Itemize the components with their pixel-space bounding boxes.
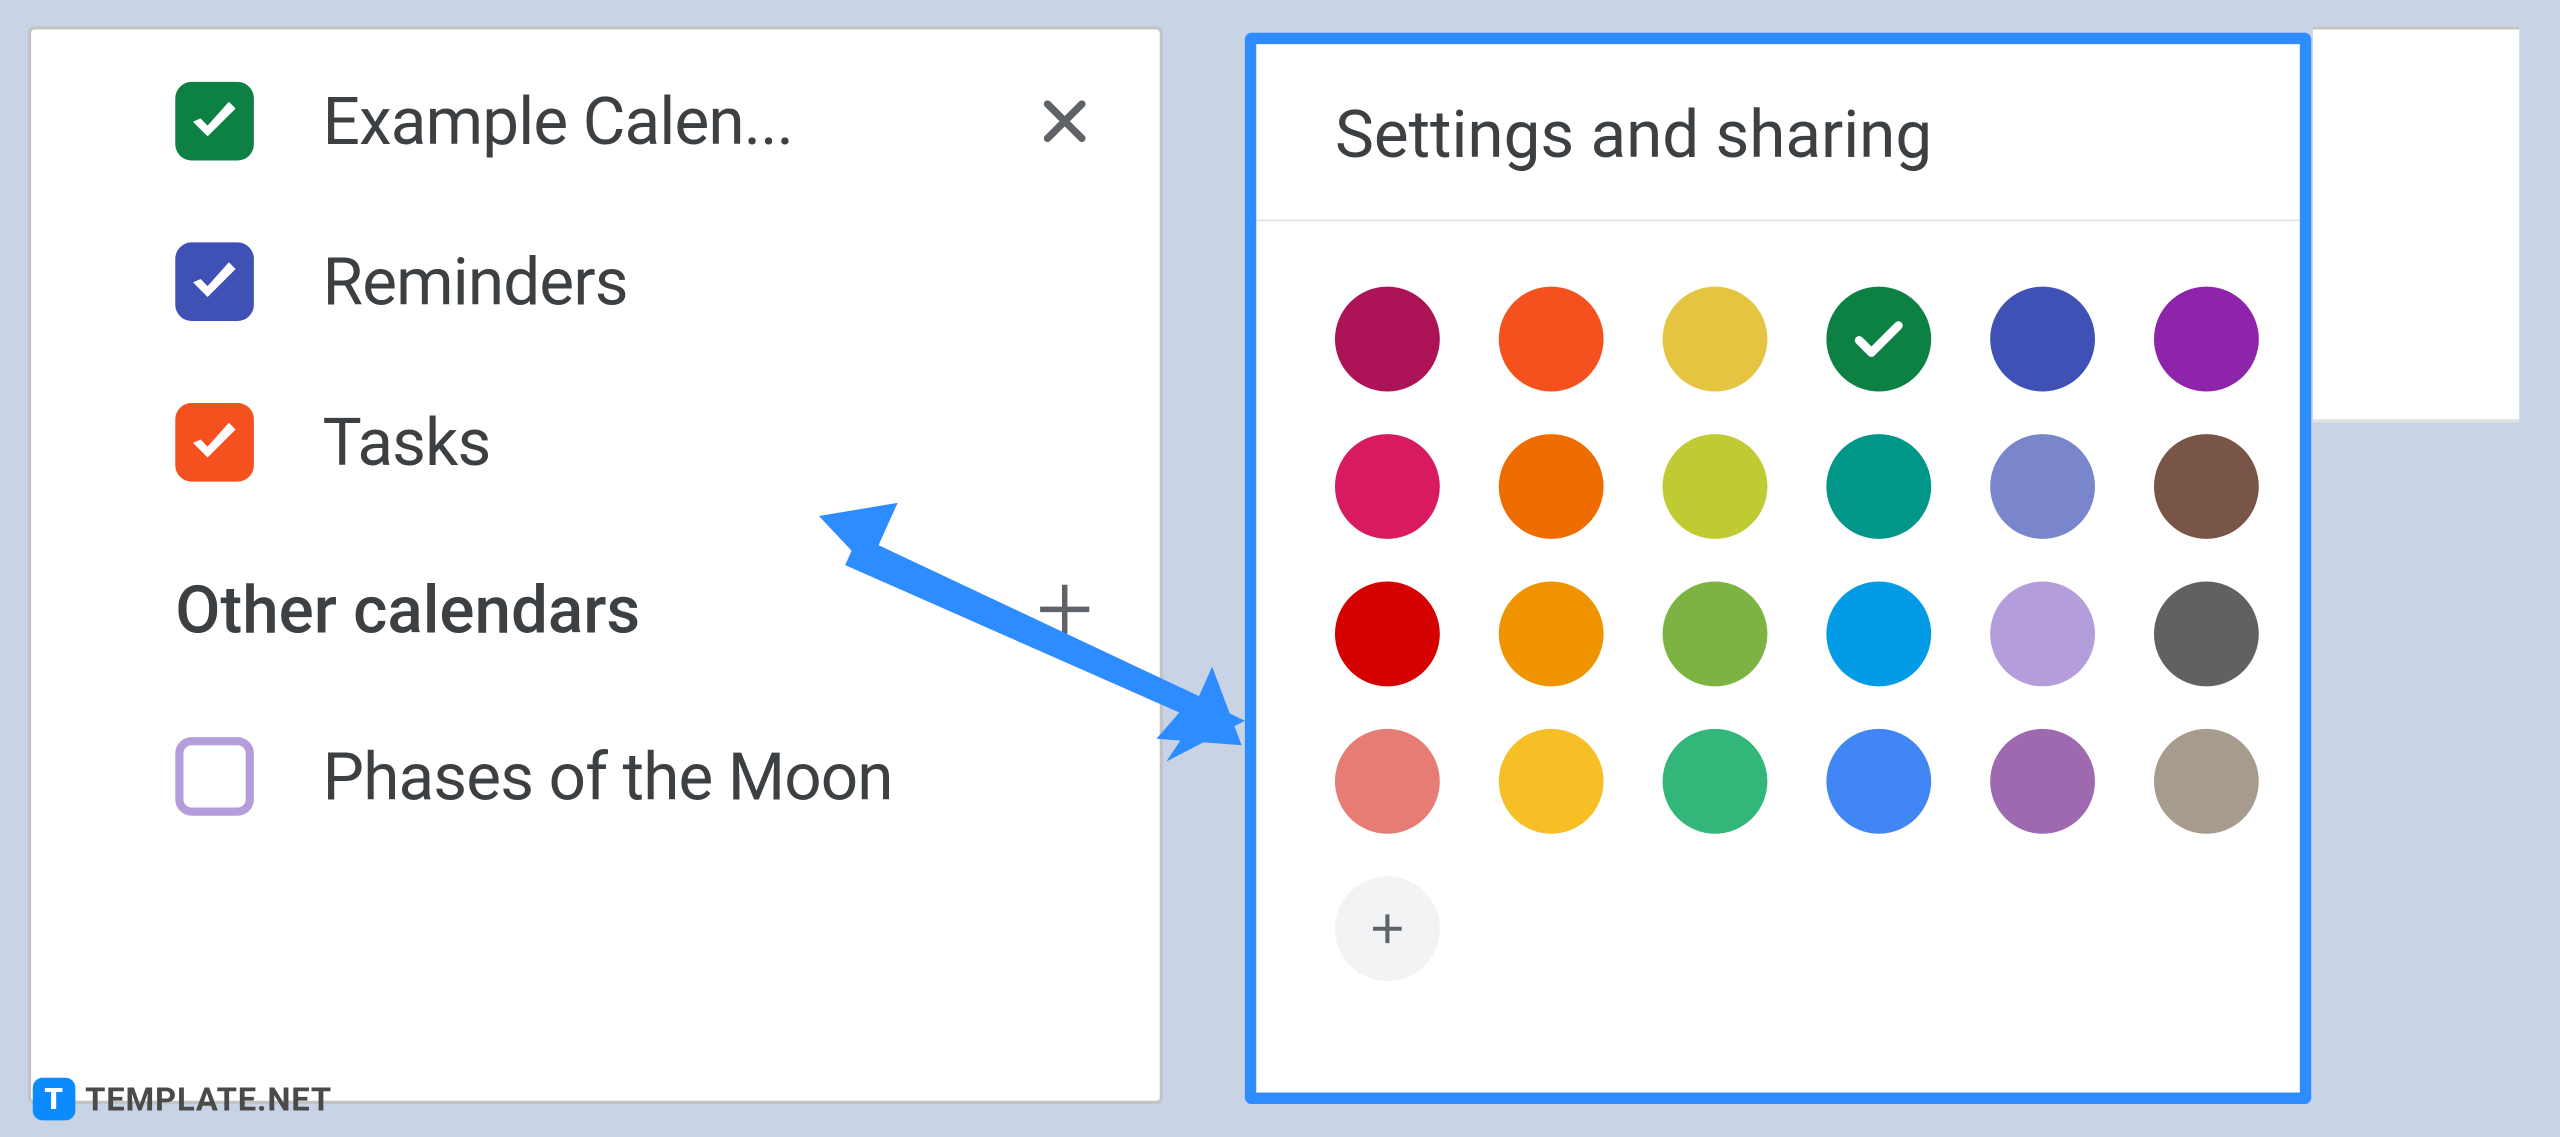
plus-icon xyxy=(1363,904,1412,953)
calendar-checkbox[interactable] xyxy=(175,403,254,482)
color-swatch[interactable] xyxy=(1499,581,1604,686)
color-swatch[interactable] xyxy=(2154,581,2259,686)
other-calendars-title: Other calendars xyxy=(175,571,1025,648)
color-swatch[interactable] xyxy=(1826,729,1931,834)
plus-icon xyxy=(1032,577,1098,643)
check-icon xyxy=(1849,310,1908,369)
color-swatch[interactable] xyxy=(2154,729,2259,834)
color-swatch[interactable] xyxy=(1990,581,2095,686)
calendar-label: Reminders xyxy=(323,243,1104,320)
color-swatch[interactable] xyxy=(1663,729,1768,834)
calendar-checkbox[interactable] xyxy=(175,242,254,321)
hide-calendar-button[interactable] xyxy=(1025,82,1104,161)
calendar-sidebar: Example Calen... Reminders Tasks Other cal… xyxy=(28,26,1163,1104)
calendar-label: Phases of the Moon xyxy=(323,738,1104,815)
color-swatch[interactable] xyxy=(1826,581,1931,686)
calendar-item[interactable]: Reminders xyxy=(175,236,1104,328)
other-calendars-section: Other calendars xyxy=(175,570,1104,649)
color-swatch[interactable] xyxy=(1335,287,1440,392)
color-swatch[interactable] xyxy=(1335,434,1440,539)
calendar-label: Tasks xyxy=(323,404,1104,481)
color-swatch[interactable] xyxy=(2154,287,2259,392)
color-swatch[interactable] xyxy=(1335,729,1440,834)
template-watermark: T TEMPLATE.NET xyxy=(33,1078,332,1121)
add-other-calendar-button[interactable] xyxy=(1025,570,1104,649)
background-stripe xyxy=(2313,26,2519,422)
color-swatch[interactable] xyxy=(2154,434,2259,539)
color-swatch[interactable] xyxy=(1990,729,2095,834)
calendar-item[interactable]: Tasks xyxy=(175,396,1104,488)
other-calendar-item[interactable]: Phases of the Moon xyxy=(175,731,1104,823)
color-swatch[interactable] xyxy=(1990,434,2095,539)
watermark-text: TEMPLATE.NET xyxy=(85,1079,332,1118)
color-swatch[interactable] xyxy=(1499,729,1604,834)
add-custom-color-button[interactable] xyxy=(1335,876,1440,981)
template-badge-icon: T xyxy=(33,1078,76,1121)
color-swatch[interactable] xyxy=(1499,434,1604,539)
calendar-item[interactable]: Example Calen... xyxy=(175,75,1104,167)
color-swatch[interactable] xyxy=(1335,581,1440,686)
calendar-options-popover: Settings and sharing xyxy=(1245,33,2311,1104)
color-swatch[interactable] xyxy=(1826,434,1931,539)
close-icon xyxy=(1035,92,1094,151)
color-swatch[interactable] xyxy=(1663,434,1768,539)
color-swatch[interactable] xyxy=(1663,287,1768,392)
color-swatch[interactable] xyxy=(1826,287,1931,392)
color-swatch[interactable] xyxy=(1663,581,1768,686)
color-swatch[interactable] xyxy=(1990,287,2095,392)
color-swatch[interactable] xyxy=(1499,287,1604,392)
calendar-checkbox[interactable] xyxy=(175,737,254,816)
settings-and-sharing-item[interactable]: Settings and sharing xyxy=(1256,44,2299,221)
calendar-checkbox[interactable] xyxy=(175,82,254,161)
calendar-label: Example Calen... xyxy=(323,83,1009,160)
color-picker-grid xyxy=(1256,221,2299,981)
